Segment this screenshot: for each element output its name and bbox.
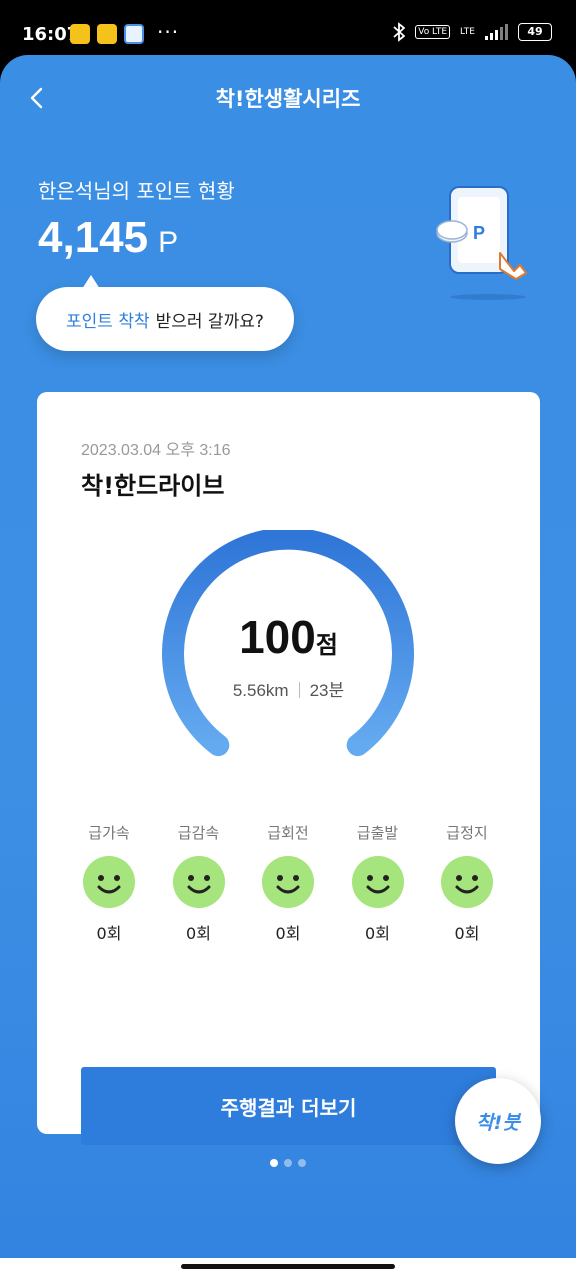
illustration-p-letter: P — [473, 223, 485, 243]
metric-label: 급가속 — [88, 824, 130, 842]
metric-count: 0회 — [365, 924, 390, 943]
smile-icon — [262, 856, 314, 908]
status-bar: 16:07 ··· Vo LTE LTE 49 — [0, 0, 576, 62]
bluetooth-icon — [393, 22, 406, 42]
score-number: 100 — [239, 611, 316, 663]
metric-label: 급정지 — [446, 824, 488, 842]
metric-item: 급출발 0회 — [348, 822, 408, 944]
card-title: 착!한드라이브 — [81, 472, 225, 500]
divider — [298, 682, 300, 698]
points-number: 4,145 — [38, 213, 149, 262]
metric-item: 급가속 0회 — [79, 822, 139, 944]
smile-icon — [351, 856, 404, 908]
page-dot[interactable] — [298, 1159, 306, 1167]
earn-points-bubble[interactable]: 포인트 착착 받으러 갈까요? — [36, 287, 294, 351]
metric-label: 급출발 — [356, 824, 399, 842]
score: 100점 — [37, 610, 540, 664]
notification-app-icon — [70, 24, 90, 44]
metric-count: 0회 — [96, 924, 122, 943]
metric-count: 0회 — [186, 924, 211, 943]
smile-icon — [83, 856, 135, 908]
page-dot[interactable] — [284, 1159, 292, 1167]
status-icons: Vo LTE LTE 49 — [393, 22, 552, 42]
points-value: 4,145 P — [38, 213, 178, 263]
notification-calendar-icon — [124, 24, 144, 44]
chatbot-button[interactable]: 착!붓 — [455, 1078, 541, 1164]
smile-icon — [172, 856, 225, 908]
home-gesture-bar[interactable] — [181, 1264, 395, 1269]
score-unit: 점 — [315, 631, 338, 659]
metric-label: 급회전 — [267, 824, 309, 842]
lte-label: LTE — [460, 27, 475, 37]
volte-icon: Vo LTE — [415, 25, 451, 39]
navigation-bar — [0, 1258, 576, 1280]
view-more-results-button[interactable]: 주행결과 더보기 — [81, 1067, 496, 1145]
bubble-text: 받으러 갈까요? — [155, 311, 264, 332]
metric-item: 급감속 0회 — [169, 822, 229, 944]
drive-result-card: 2023.03.04 오후 3:16 착!한드라이브 100점 5.56km 23… — [37, 392, 540, 1145]
points-label: 한은석님의 포인트 현황 — [38, 179, 235, 203]
points-unit: P — [158, 226, 179, 259]
metric-count: 0회 — [275, 924, 301, 943]
drive-distance: 5.56km — [232, 681, 289, 700]
main-screen: 착!한생활시리즈 한은석님의 포인트 현황 4,145 P 포인트 착착 받으러 … — [0, 55, 576, 1280]
bubble-highlight: 포인트 착착 — [66, 311, 150, 332]
smile-icon — [441, 856, 493, 908]
metric-label: 급감속 — [177, 824, 220, 842]
drive-date: 2023.03.04 오후 3:16 — [81, 442, 231, 459]
signal-icon — [485, 24, 508, 40]
notification-app-icon — [97, 24, 117, 44]
metric-count: 0회 — [454, 924, 480, 943]
metric-item: 급정지 0회 — [437, 822, 497, 944]
drive-meta: 5.56km 23분 — [37, 676, 540, 701]
drive-duration: 23분 — [309, 681, 345, 700]
page-dot[interactable] — [270, 1159, 278, 1167]
page-indicator — [270, 1159, 306, 1167]
driving-metrics: 급가속 0회 급감속 0회 급회전 0회 급출발 0회 급정지 0회 — [79, 822, 497, 944]
more-notifications-icon: ··· — [157, 20, 180, 44]
phone-points-illustration: P — [436, 186, 527, 300]
page-title: 착!한생활시리즈 — [215, 87, 361, 111]
metric-item: 급회전 0회 — [258, 822, 318, 944]
battery-icon: 49 — [518, 23, 552, 41]
